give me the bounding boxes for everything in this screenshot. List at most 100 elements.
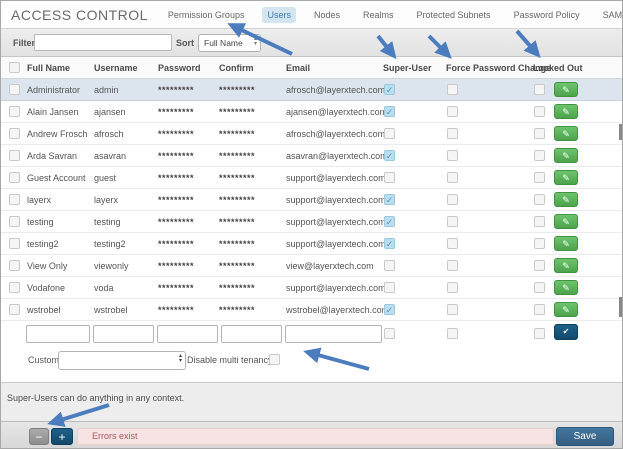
row-select-checkbox[interactable]: ✓ (9, 172, 20, 183)
super-user-checkbox[interactable]: ✓ (384, 106, 395, 117)
force-password-change-checkbox[interactable]: ✓ (447, 106, 458, 117)
locked-out-checkbox[interactable]: ✓ (534, 84, 545, 95)
edit-row-button[interactable]: ✎ (554, 192, 578, 207)
edit-row-button[interactable]: ✎ (554, 258, 578, 273)
scrollbar-thumb[interactable] (619, 297, 622, 317)
column-header-password[interactable]: Password (158, 63, 201, 73)
table-row[interactable]: ✓ Alain Jansen ajansen ********* *******… (1, 101, 623, 123)
table-row[interactable]: ✓ Andrew Frosch afrosch ********* ******… (1, 123, 623, 145)
row-select-checkbox[interactable]: ✓ (9, 194, 20, 205)
row-select-checkbox[interactable]: ✓ (9, 106, 20, 117)
table-row[interactable]: ✓ Guest Account guest ********* ********… (1, 167, 623, 189)
super-user-checkbox[interactable]: ✓ (384, 238, 395, 249)
table-row[interactable]: ✓ View Only viewonly ********* *********… (1, 255, 623, 277)
row-select-checkbox[interactable]: ✓ (9, 216, 20, 227)
edit-row-button[interactable]: ✎ (554, 126, 578, 141)
column-header-email[interactable]: Email (286, 63, 310, 73)
locked-out-checkbox[interactable]: ✓ (534, 216, 545, 227)
table-row[interactable]: ✓ wstrobel wstrobel ********* ********* … (1, 299, 623, 321)
tab-protected-subnets[interactable]: Protected Subnets (412, 7, 496, 23)
filter-input[interactable] (34, 34, 172, 51)
locked-out-checkbox[interactable]: ✓ (534, 128, 545, 139)
column-header-full-name[interactable]: Full Name (27, 63, 70, 73)
remove-user-button[interactable]: − (29, 428, 49, 445)
edit-row-button[interactable]: ✎ (554, 82, 578, 97)
new-locked-out-checkbox[interactable]: ✓ (534, 328, 545, 339)
tab-password-policy[interactable]: Password Policy (509, 7, 585, 23)
table-row[interactable]: ✓ testing testing ********* ********* su… (1, 211, 623, 233)
edit-row-button[interactable]: ✎ (554, 214, 578, 229)
locked-out-checkbox[interactable]: ✓ (534, 172, 545, 183)
scrollbar-thumb[interactable] (619, 124, 622, 140)
table-row[interactable]: ✓ layerx layerx ********* ********* supp… (1, 189, 623, 211)
add-user-button[interactable]: + (51, 428, 73, 445)
force-password-change-checkbox[interactable]: ✓ (447, 84, 458, 95)
edit-row-button[interactable]: ✎ (554, 302, 578, 317)
tab-nodes[interactable]: Nodes (309, 7, 345, 23)
table-row[interactable]: ✓ Administrator admin ********* ********… (1, 79, 623, 101)
new-full-name-input[interactable] (26, 325, 90, 343)
force-password-change-checkbox[interactable]: ✓ (447, 128, 458, 139)
row-select-checkbox[interactable]: ✓ (9, 260, 20, 271)
tab-users[interactable]: Users (262, 7, 296, 23)
tab-saml[interactable]: SAML (598, 7, 623, 23)
super-user-checkbox[interactable]: ✓ (384, 216, 395, 227)
super-user-checkbox[interactable]: ✓ (384, 304, 395, 315)
force-password-change-checkbox[interactable]: ✓ (447, 238, 458, 249)
row-select-checkbox[interactable]: ✓ (9, 84, 20, 95)
force-password-change-checkbox[interactable]: ✓ (447, 216, 458, 227)
tab-realms[interactable]: Realms (358, 7, 399, 23)
column-header-locked-out[interactable]: Locked Out (533, 63, 583, 73)
super-user-checkbox[interactable]: ✓ (384, 172, 395, 183)
force-password-change-checkbox[interactable]: ✓ (447, 304, 458, 315)
confirm-new-user-button[interactable]: ✔ (554, 324, 578, 340)
table-row[interactable]: ✓ Arda Savran asavran ********* ********… (1, 145, 623, 167)
super-user-checkbox[interactable]: ✓ (384, 260, 395, 271)
new-username-input[interactable] (93, 325, 154, 343)
locked-out-checkbox[interactable]: ✓ (534, 150, 545, 161)
sort-select[interactable]: Full Name ▴▾ (198, 34, 261, 52)
column-header-username[interactable]: Username (94, 63, 138, 73)
force-password-change-checkbox[interactable]: ✓ (447, 172, 458, 183)
row-select-checkbox[interactable]: ✓ (9, 304, 20, 315)
locked-out-checkbox[interactable]: ✓ (534, 106, 545, 117)
edit-row-button[interactable]: ✎ (554, 236, 578, 251)
force-password-change-checkbox[interactable]: ✓ (447, 260, 458, 271)
customer-select[interactable]: ▴▾ (58, 351, 186, 370)
new-password-input[interactable] (157, 325, 218, 343)
force-password-change-checkbox[interactable]: ✓ (447, 282, 458, 293)
new-email-input[interactable] (285, 325, 382, 343)
cell-password: ********* (158, 85, 194, 95)
locked-out-checkbox[interactable]: ✓ (534, 238, 545, 249)
disable-multi-tenancy-checkbox[interactable]: ✓ (269, 354, 280, 365)
force-password-change-checkbox[interactable]: ✓ (447, 194, 458, 205)
column-header-super-user[interactable]: Super-User (383, 63, 432, 73)
edit-row-button[interactable]: ✎ (554, 104, 578, 119)
super-user-checkbox[interactable]: ✓ (384, 84, 395, 95)
row-select-checkbox[interactable]: ✓ (9, 150, 20, 161)
super-user-checkbox[interactable]: ✓ (384, 282, 395, 293)
tab-permission-groups[interactable]: Permission Groups (163, 7, 250, 23)
new-force-password-change-checkbox[interactable]: ✓ (447, 328, 458, 339)
new-super-user-checkbox[interactable]: ✓ (384, 328, 395, 339)
locked-out-checkbox[interactable]: ✓ (534, 194, 545, 205)
table-row[interactable]: ✓ Vodafone voda ********* ********* supp… (1, 277, 623, 299)
row-select-checkbox[interactable]: ✓ (9, 238, 20, 249)
row-select-checkbox[interactable]: ✓ (9, 282, 20, 293)
super-user-checkbox[interactable]: ✓ (384, 150, 395, 161)
edit-row-button[interactable]: ✎ (554, 280, 578, 295)
super-user-checkbox[interactable]: ✓ (384, 194, 395, 205)
row-select-checkbox[interactable]: ✓ (9, 128, 20, 139)
locked-out-checkbox[interactable]: ✓ (534, 304, 545, 315)
column-header-confirm[interactable]: Confirm (219, 63, 254, 73)
edit-row-button[interactable]: ✎ (554, 170, 578, 185)
new-confirm-input[interactable] (221, 325, 282, 343)
locked-out-checkbox[interactable]: ✓ (534, 260, 545, 271)
locked-out-checkbox[interactable]: ✓ (534, 282, 545, 293)
edit-row-button[interactable]: ✎ (554, 148, 578, 163)
select-all-checkbox[interactable]: ✓ (9, 62, 20, 73)
table-row[interactable]: ✓ testing2 testing2 ********* ********* … (1, 233, 623, 255)
super-user-checkbox[interactable]: ✓ (384, 128, 395, 139)
force-password-change-checkbox[interactable]: ✓ (447, 150, 458, 161)
save-button[interactable]: Save (556, 427, 614, 446)
